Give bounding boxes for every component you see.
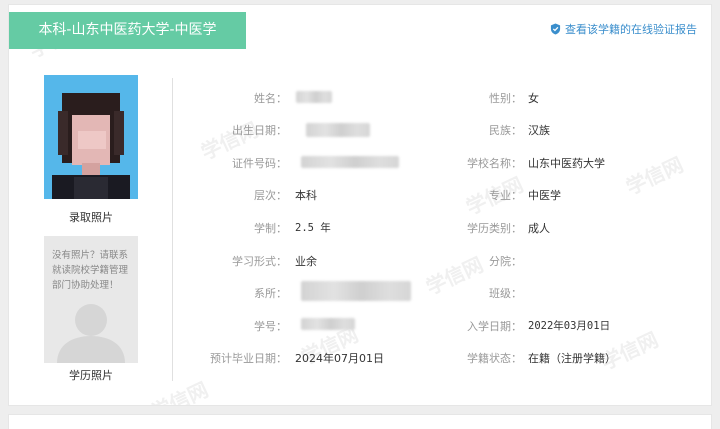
no-photo-message: 没有照片？请联系就读院校学籍管理部门协助处理！ xyxy=(52,250,129,291)
ethnicity-label: 民族： xyxy=(489,124,522,137)
id-number-label: 证件号码： xyxy=(232,157,287,170)
watermark: 学信网 xyxy=(622,152,687,200)
education-photo-caption: 学历照片 xyxy=(69,369,113,382)
id-number-value-redacted xyxy=(301,156,399,168)
gender-label: 性别： xyxy=(489,92,522,105)
gender-value: 女 xyxy=(528,92,539,105)
edu-type-label: 学历类别： xyxy=(467,222,522,235)
department-label: 系所： xyxy=(254,287,287,300)
edu-type-value: 成人 xyxy=(528,222,550,235)
study-form-label: 学习形式： xyxy=(232,255,287,268)
school-value: 山东中医药大学 xyxy=(528,157,605,170)
grad-date-value: 2024年07月01日 xyxy=(295,352,384,365)
birth-date-label: 出生日期： xyxy=(232,124,287,137)
birth-date-value-redacted xyxy=(306,123,370,137)
class-label: 班级： xyxy=(489,287,522,300)
name-label: 姓名： xyxy=(254,92,287,105)
study-form-value: 业余 xyxy=(295,255,317,268)
verify-report-link[interactable]: 查看该学籍的在线验证报告 xyxy=(550,21,697,37)
education-photo-placeholder: 没有照片？请联系就读院校学籍管理部门协助处理！ xyxy=(44,236,138,363)
portrait-image xyxy=(44,75,138,199)
ethnicity-value: 汉族 xyxy=(528,124,550,137)
duration-value: 2.5 年 xyxy=(295,222,331,234)
next-record-card xyxy=(8,414,712,429)
grad-date-label: 预计毕业日期： xyxy=(210,352,287,365)
person-silhouette-icon xyxy=(57,304,125,363)
record-title-banner: 本科-山东中医药大学-中医学 xyxy=(9,12,246,49)
major-value: 中医学 xyxy=(528,189,561,202)
level-label: 层次： xyxy=(254,189,287,202)
status-value: 在籍（注册学籍） xyxy=(528,352,616,365)
watermark: 学信网 xyxy=(147,377,212,406)
name-value-redacted xyxy=(296,91,332,103)
student-id-label: 学号： xyxy=(254,320,287,333)
status-label: 学籍状态： xyxy=(467,352,522,365)
enroll-date-label: 入学日期： xyxy=(467,320,522,333)
level-value: 本科 xyxy=(295,189,317,202)
student-record-card: 学信网 学信网 学信网 学信网 学信网 学信网 学信网 学信网 本科-山东中医药… xyxy=(8,4,712,406)
department-value-redacted xyxy=(301,281,411,301)
branch-label: 分院： xyxy=(489,255,522,268)
school-label: 学校名称： xyxy=(467,157,522,170)
student-id-value-redacted xyxy=(301,318,355,330)
section-divider xyxy=(172,78,173,381)
enroll-date-value: 2022年03月01日 xyxy=(528,320,611,332)
major-label: 专业： xyxy=(489,189,522,202)
duration-label: 学制： xyxy=(254,222,287,235)
admission-photo xyxy=(44,75,138,199)
shield-check-icon xyxy=(550,23,561,35)
verify-report-label: 查看该学籍的在线验证报告 xyxy=(565,23,697,36)
admission-photo-caption: 录取照片 xyxy=(69,211,113,224)
